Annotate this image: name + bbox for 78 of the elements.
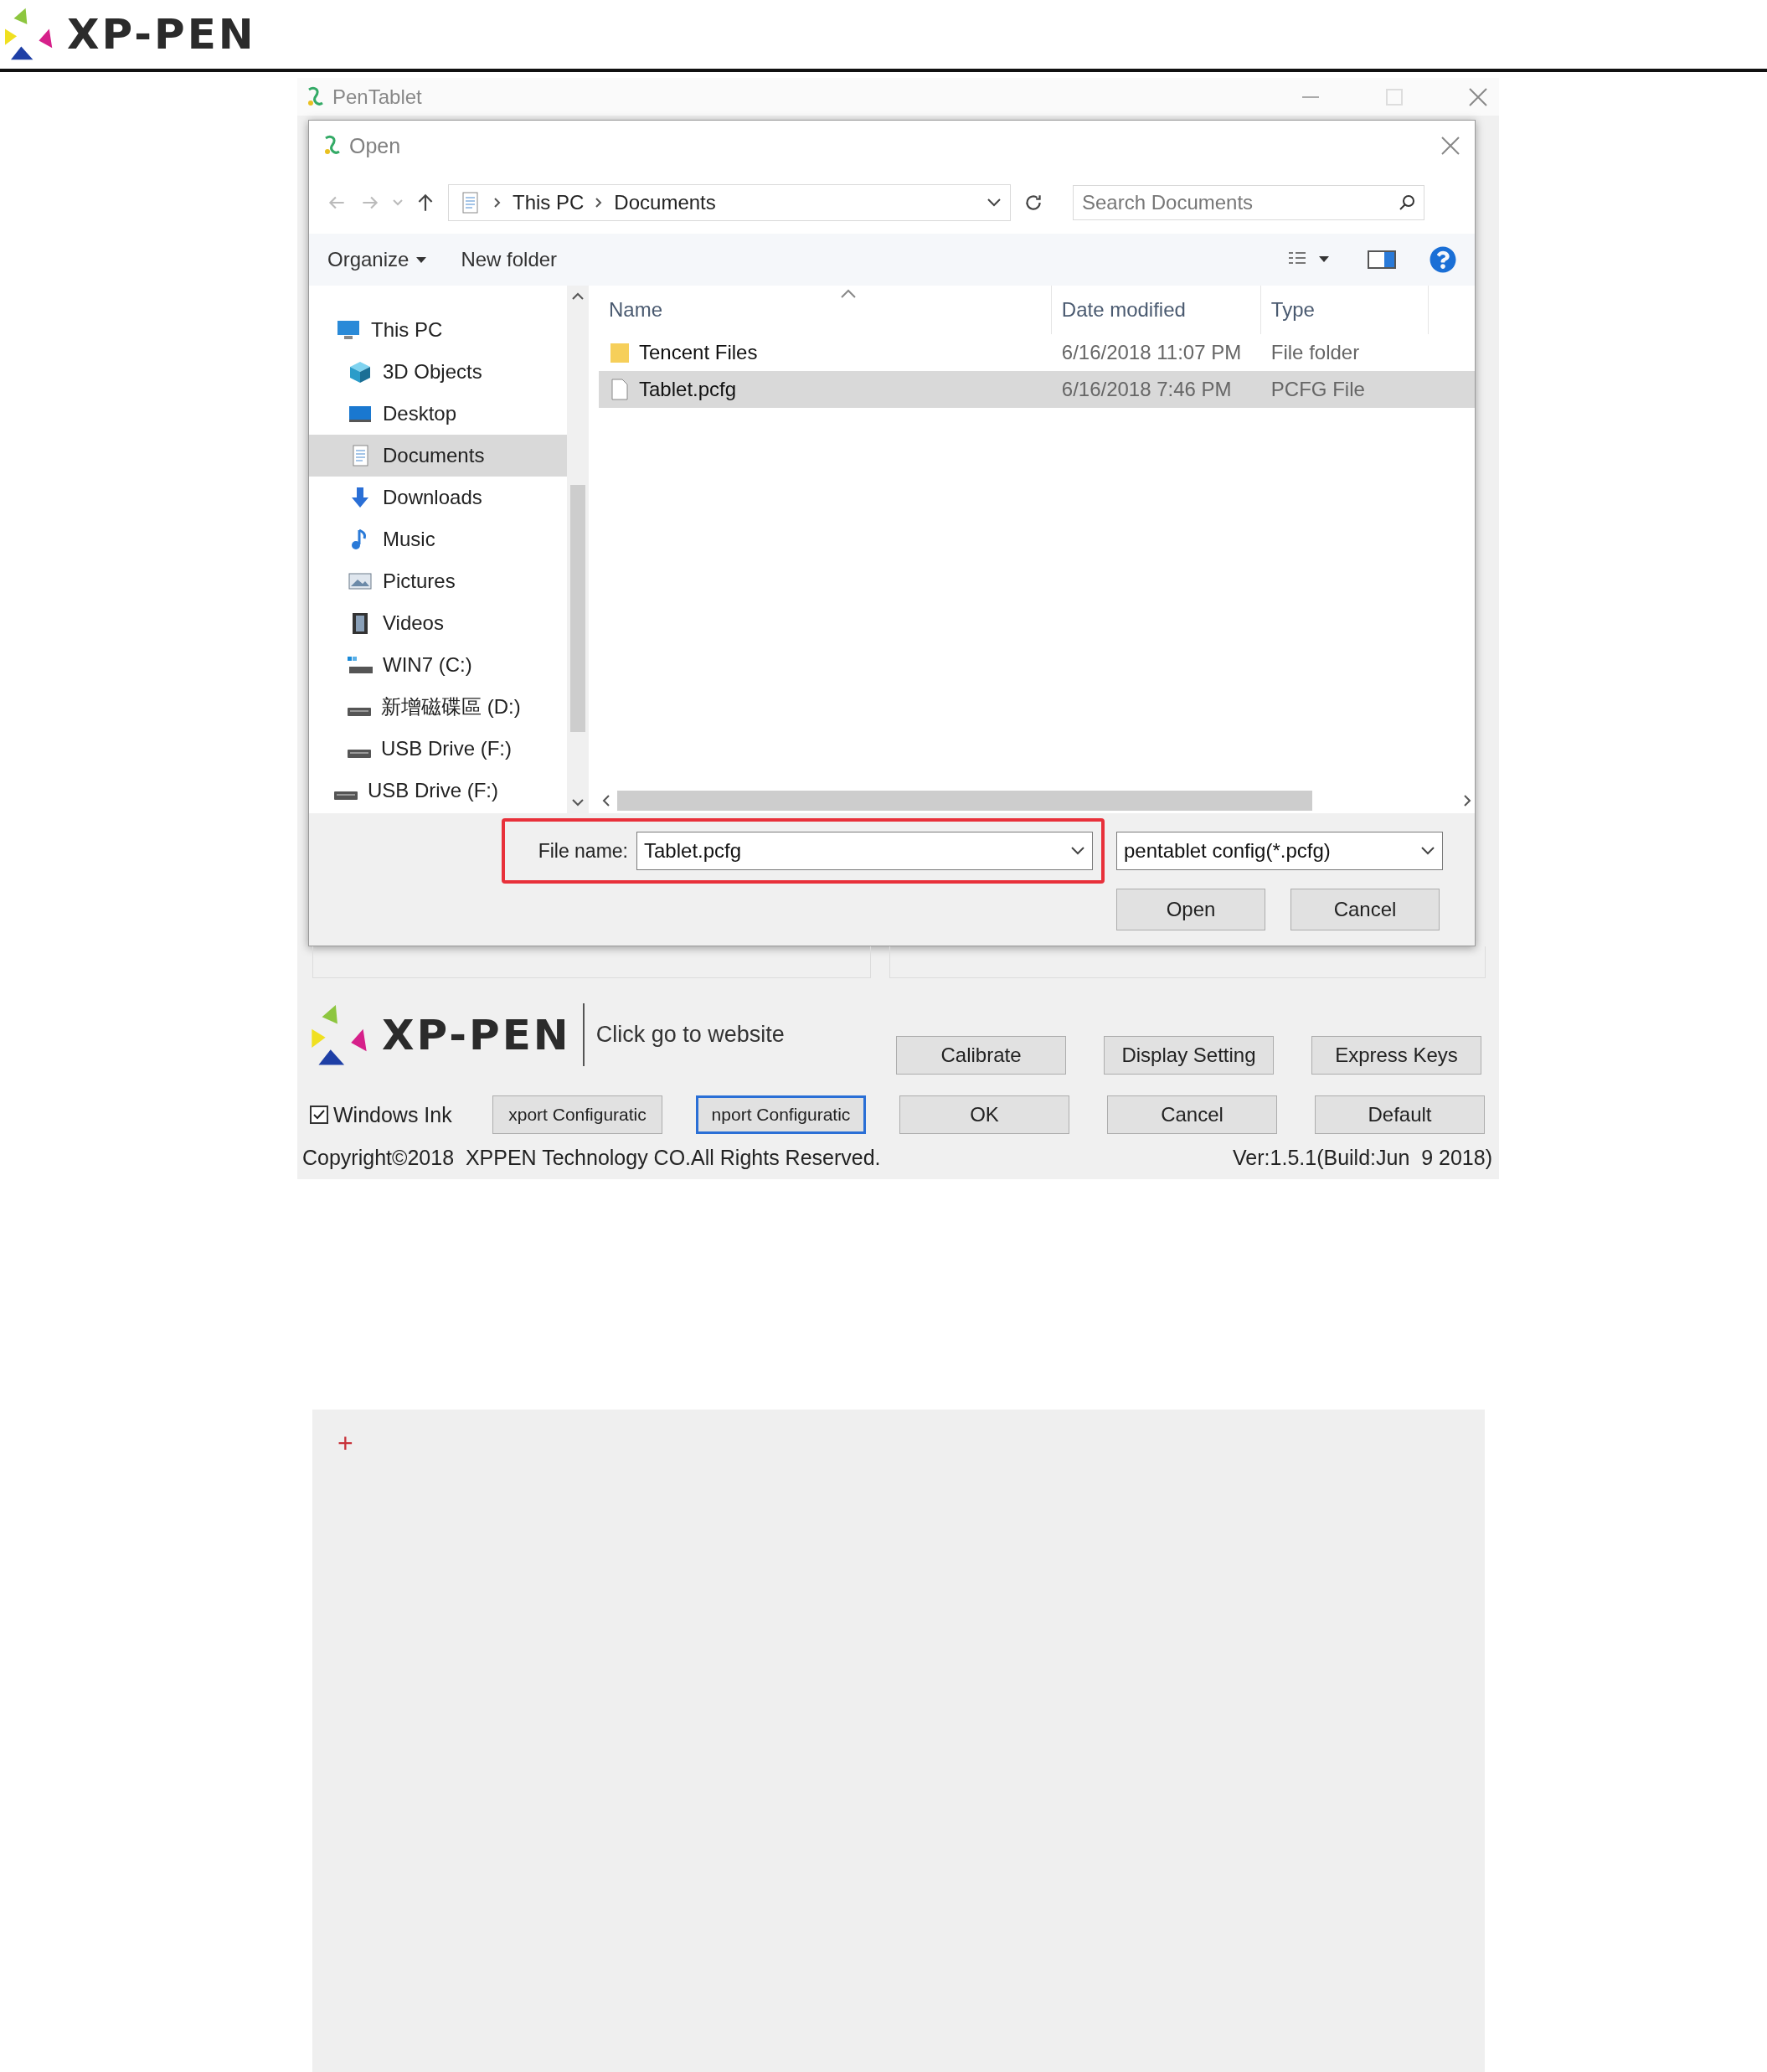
button[interactable]: xport Configuratic: [492, 1095, 662, 1134]
column-header[interactable]: Name: [599, 286, 1052, 334]
search-field[interactable]: Search Documents: [1073, 184, 1424, 220]
file-row[interactable]: Tencent Files 6/16/2018 11:07 PM File folder: [599, 334, 1475, 371]
open-button[interactable]: Open: [1116, 889, 1265, 930]
cancel-button[interactable]: Cancel: [1290, 889, 1440, 930]
help-icon[interactable]: [1430, 246, 1456, 273]
drive-icon: [348, 657, 373, 673]
file-name: Tencent Files: [639, 341, 758, 364]
nav-item[interactable]: Desktop: [309, 393, 567, 435]
nav-item[interactable]: Pictures: [309, 560, 567, 602]
file-name-field[interactable]: Tablet.pcfg: [636, 832, 1093, 870]
button[interactable]: Express Keys: [1311, 1036, 1481, 1075]
window-title: PenTablet: [332, 85, 423, 109]
nav-item[interactable]: USB Drive (F:): [309, 770, 567, 812]
breadcrumb[interactable]: Documents: [614, 190, 716, 214]
chevron-down-icon[interactable]: [1420, 846, 1435, 856]
app-icon: [322, 135, 341, 157]
nav-item[interactable]: This PC: [309, 309, 567, 351]
preview-pane-icon[interactable]: [1368, 250, 1396, 270]
nav-item[interactable]: WIN7 (C:): [309, 644, 567, 686]
file-type: PCFG File: [1270, 378, 1365, 401]
file-row[interactable]: Tablet.pcfg 6/16/2018 7:46 PM PCFG File: [599, 371, 1475, 408]
toolbar-button[interactable]: Organize: [327, 248, 428, 271]
logo-text: XP-PEN: [382, 1010, 571, 1059]
chevron-right-icon: [595, 197, 603, 208]
button[interactable]: Default: [1315, 1095, 1485, 1134]
folder-icon: [609, 341, 631, 364]
checkmark-icon: [312, 1109, 326, 1121]
nav-item[interactable]: 新增磁碟區 (D:): [309, 686, 567, 728]
button[interactable]: Display Setting: [1104, 1036, 1274, 1075]
drive-icon: [348, 750, 371, 758]
nav-item[interactable]: 3D Objects: [309, 351, 567, 393]
nav-item[interactable]: USB Drive (F:): [309, 728, 567, 770]
chevron-down-icon[interactable]: [987, 197, 1002, 208]
button[interactable]: Calibrate: [896, 1036, 1066, 1075]
nav-item[interactable]: Music: [309, 518, 567, 560]
column-header[interactable]: Type: [1260, 286, 1429, 334]
copyright-text: Copyright©2018 XPPEN Technology CO.All Rights Reserved.: [302, 1146, 881, 1170]
drive-icon: [334, 791, 358, 800]
caret-icon: [415, 255, 428, 264]
scroll-up-icon[interactable]: [572, 292, 584, 301]
chevron-down-icon[interactable]: [1070, 846, 1085, 856]
dialog-title: Open: [349, 133, 402, 158]
plus-marker: +: [337, 1428, 353, 1458]
column-header[interactable]: Date modified: [1051, 286, 1261, 334]
file-date: 6/16/2018 11:07 PM: [1061, 341, 1242, 364]
computer-icon: [336, 318, 361, 342]
sort-caret-icon: [840, 289, 857, 299]
file-name: Tablet.pcfg: [639, 378, 737, 401]
nav-item[interactable]: Documents: [309, 435, 567, 477]
file-icon: [609, 378, 631, 401]
app-icon: [306, 85, 324, 108]
windows-ink-checkbox[interactable]: Windows Ink: [310, 1102, 459, 1127]
scroll-down-icon[interactable]: [572, 798, 584, 807]
drive-icon: [348, 708, 371, 716]
field-label: File name:: [538, 839, 628, 863]
button[interactable]: nport Configuratic: [696, 1095, 866, 1134]
scroll-right-icon[interactable]: [1463, 795, 1471, 807]
search-icon: [1398, 193, 1416, 212]
file-date: 6/16/2018 7:46 PM: [1061, 378, 1232, 401]
close-icon[interactable]: [1440, 135, 1461, 157]
file-type-dropdown[interactable]: pentablet config(*.pcfg): [1116, 832, 1443, 870]
scroll-left-icon[interactable]: [602, 795, 610, 807]
nav-item[interactable]: Videos: [309, 602, 567, 644]
website-link[interactable]: Click go to website: [595, 1022, 785, 1048]
nav-item[interactable]: Downloads: [309, 477, 567, 518]
chevron-right-icon: [494, 197, 501, 208]
file-type: File folder: [1270, 341, 1360, 364]
logo-text: XP-PEN: [67, 10, 256, 59]
cube-icon: [348, 360, 373, 384]
button[interactable]: Cancel: [1107, 1095, 1277, 1134]
version-text: Ver:1.5.1(Build:Jun 9 2018): [1233, 1146, 1492, 1170]
breadcrumb[interactable]: This PC: [513, 190, 585, 214]
address-bar[interactable]: This PC Documents: [448, 183, 1011, 221]
button[interactable]: OK: [899, 1095, 1069, 1134]
scrollbar[interactable]: [567, 286, 589, 813]
toolbar-button[interactable]: New folder: [461, 248, 558, 271]
